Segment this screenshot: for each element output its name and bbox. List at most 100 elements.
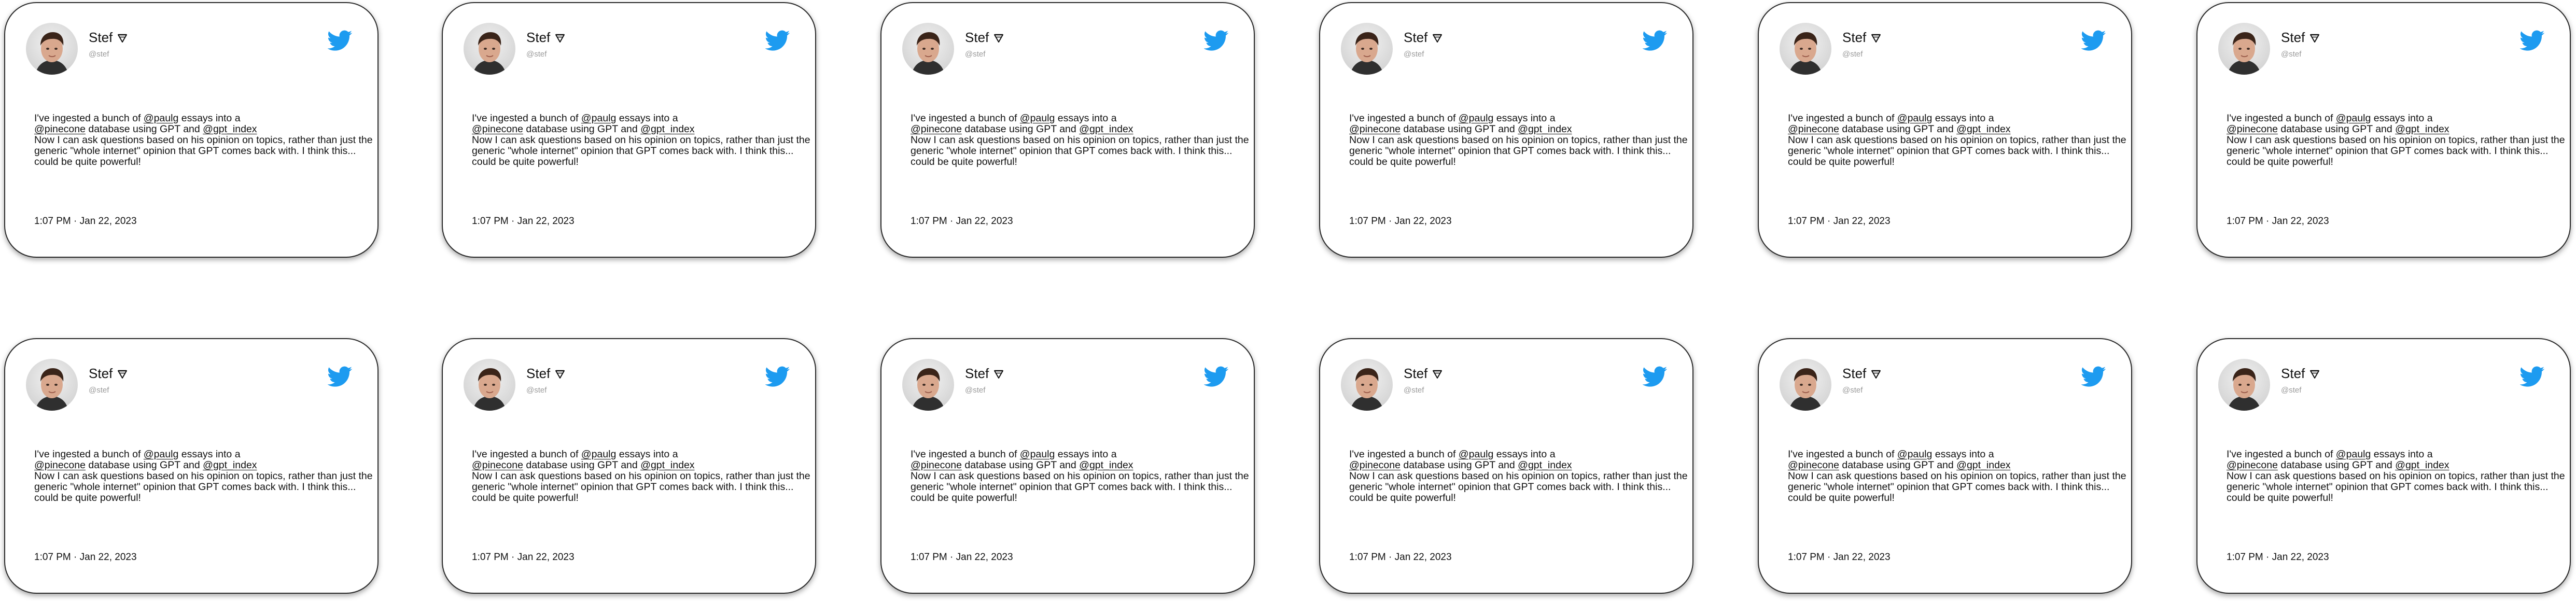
avatar[interactable] — [902, 359, 954, 411]
tweet-timestamp[interactable]: 1:07 PM · Jan 22, 2023 — [34, 552, 137, 563]
twitter-bird-icon[interactable] — [765, 364, 790, 389]
mention-gpt-index-link[interactable]: @gpt_index — [640, 123, 694, 135]
tweet-timestamp[interactable]: 1:07 PM · Jan 22, 2023 — [1788, 552, 1891, 563]
avatar[interactable] — [2218, 23, 2270, 75]
twitter-bird-icon[interactable] — [328, 28, 353, 53]
tweet-card[interactable]: Stef @stef I've ingested a bunch of @pau… — [880, 2, 1255, 258]
twitter-bird-icon[interactable] — [2081, 28, 2106, 53]
tweet-card[interactable]: Stef @stef I've ingested a bunch of @pau… — [4, 2, 379, 258]
author-name[interactable]: Stef — [89, 30, 113, 46]
twitter-bird-icon[interactable] — [1643, 28, 1668, 53]
mention-gpt-index-link[interactable]: @gpt_index — [640, 459, 694, 471]
mention-paulg-link[interactable]: @paulg — [144, 449, 179, 460]
mention-gpt-index-link[interactable]: @gpt_index — [203, 123, 257, 135]
mention-pinecone-link[interactable]: @pinecone — [911, 123, 962, 135]
author-name[interactable]: Stef — [1404, 366, 1427, 382]
tweet-card[interactable]: Stef @stef I've ingested a bunch of @pau… — [2196, 2, 2571, 258]
author-name[interactable]: Stef — [2281, 30, 2305, 46]
tweet-timestamp[interactable]: 1:07 PM · Jan 22, 2023 — [911, 216, 1013, 227]
author-name[interactable]: Stef — [2281, 366, 2305, 382]
author-name[interactable]: Stef — [965, 366, 989, 382]
author-name[interactable]: Stef — [526, 366, 550, 382]
mention-paulg-link[interactable]: @paulg — [581, 113, 617, 124]
author-handle[interactable]: @stef — [1404, 386, 1424, 395]
mention-pinecone-link[interactable]: @pinecone — [1349, 123, 1401, 135]
avatar[interactable] — [1780, 359, 1831, 411]
mention-paulg-link[interactable]: @paulg — [1897, 113, 1933, 124]
mention-pinecone-link[interactable]: @pinecone — [34, 123, 86, 135]
author-handle[interactable]: @stef — [89, 386, 109, 395]
twitter-bird-icon[interactable] — [1643, 364, 1668, 389]
avatar[interactable] — [464, 359, 515, 411]
mention-gpt-index-link[interactable]: @gpt_index — [1956, 123, 2010, 135]
mention-gpt-index-link[interactable]: @gpt_index — [1956, 459, 2010, 471]
tweet-timestamp[interactable]: 1:07 PM · Jan 22, 2023 — [1349, 552, 1452, 563]
author-handle[interactable]: @stef — [526, 386, 547, 395]
mention-gpt-index-link[interactable]: @gpt_index — [2395, 123, 2449, 135]
author-handle[interactable]: @stef — [1842, 50, 1863, 59]
tweet-card[interactable]: Stef @stef I've ingested a bunch of @pau… — [1758, 338, 2132, 594]
tweet-timestamp[interactable]: 1:07 PM · Jan 22, 2023 — [911, 552, 1013, 563]
avatar[interactable] — [26, 23, 78, 75]
tweet-timestamp[interactable]: 1:07 PM · Jan 22, 2023 — [34, 216, 137, 227]
author-handle[interactable]: @stef — [2281, 386, 2301, 395]
tweet-timestamp[interactable]: 1:07 PM · Jan 22, 2023 — [472, 216, 575, 227]
author-name[interactable]: Stef — [965, 30, 989, 46]
author-name[interactable]: Stef — [89, 366, 113, 382]
tweet-card[interactable]: Stef @stef I've ingested a bunch of @pau… — [1319, 338, 1693, 594]
twitter-bird-icon[interactable] — [328, 364, 353, 389]
tweet-timestamp[interactable]: 1:07 PM · Jan 22, 2023 — [1788, 216, 1891, 227]
author-handle[interactable]: @stef — [1842, 386, 1863, 395]
tweet-card[interactable]: Stef @stef I've ingested a bunch of @pau… — [1758, 2, 2132, 258]
mention-gpt-index-link[interactable]: @gpt_index — [203, 459, 257, 471]
mention-pinecone-link[interactable]: @pinecone — [34, 459, 86, 471]
tweet-timestamp[interactable]: 1:07 PM · Jan 22, 2023 — [2227, 552, 2329, 563]
author-name[interactable]: Stef — [1404, 30, 1427, 46]
mention-gpt-index-link[interactable]: @gpt_index — [1079, 459, 1133, 471]
twitter-bird-icon[interactable] — [765, 28, 790, 53]
avatar[interactable] — [26, 359, 78, 411]
author-handle[interactable]: @stef — [965, 50, 985, 59]
mention-pinecone-link[interactable]: @pinecone — [911, 459, 962, 471]
avatar[interactable] — [902, 23, 954, 75]
avatar[interactable] — [2218, 359, 2270, 411]
author-handle[interactable]: @stef — [1404, 50, 1424, 59]
author-name[interactable]: Stef — [526, 30, 550, 46]
author-handle[interactable]: @stef — [2281, 50, 2301, 59]
tweet-card[interactable]: Stef @stef I've ingested a bunch of @pau… — [1319, 2, 1693, 258]
avatar[interactable] — [464, 23, 515, 75]
mention-pinecone-link[interactable]: @pinecone — [472, 459, 523, 471]
mention-paulg-link[interactable]: @paulg — [144, 113, 179, 124]
mention-gpt-index-link[interactable]: @gpt_index — [1079, 123, 1133, 135]
tweet-card[interactable]: Stef @stef I've ingested a bunch of @pau… — [4, 338, 379, 594]
tweet-timestamp[interactable]: 1:07 PM · Jan 22, 2023 — [1349, 216, 1452, 227]
author-name[interactable]: Stef — [1842, 30, 1866, 46]
mention-pinecone-link[interactable]: @pinecone — [472, 123, 523, 135]
avatar[interactable] — [1341, 23, 1393, 75]
twitter-bird-icon[interactable] — [2081, 364, 2106, 389]
mention-gpt-index-link[interactable]: @gpt_index — [1518, 459, 1572, 471]
mention-gpt-index-link[interactable]: @gpt_index — [1518, 123, 1572, 135]
avatar[interactable] — [1780, 23, 1831, 75]
twitter-bird-icon[interactable] — [1204, 364, 1229, 389]
mention-paulg-link[interactable]: @paulg — [1897, 449, 1933, 460]
twitter-bird-icon[interactable] — [2520, 28, 2545, 53]
twitter-bird-icon[interactable] — [1204, 28, 1229, 53]
tweet-card[interactable]: Stef @stef I've ingested a bunch of @pau… — [2196, 338, 2571, 594]
twitter-bird-icon[interactable] — [2520, 364, 2545, 389]
mention-pinecone-link[interactable]: @pinecone — [1788, 123, 1839, 135]
mention-paulg-link[interactable]: @paulg — [2336, 113, 2371, 124]
tweet-card[interactable]: Stef @stef I've ingested a bunch of @pau… — [442, 338, 816, 594]
tweet-timestamp[interactable]: 1:07 PM · Jan 22, 2023 — [472, 552, 575, 563]
avatar[interactable] — [1341, 359, 1393, 411]
mention-paulg-link[interactable]: @paulg — [581, 449, 617, 460]
mention-paulg-link[interactable]: @paulg — [1459, 113, 1494, 124]
author-handle[interactable]: @stef — [526, 50, 547, 59]
mention-pinecone-link[interactable]: @pinecone — [2227, 459, 2278, 471]
mention-pinecone-link[interactable]: @pinecone — [1349, 459, 1401, 471]
mention-paulg-link[interactable]: @paulg — [1020, 449, 1055, 460]
mention-paulg-link[interactable]: @paulg — [2336, 449, 2371, 460]
tweet-card[interactable]: Stef @stef I've ingested a bunch of @pau… — [442, 2, 816, 258]
mention-pinecone-link[interactable]: @pinecone — [1788, 459, 1839, 471]
tweet-card[interactable]: Stef @stef I've ingested a bunch of @pau… — [880, 338, 1255, 594]
